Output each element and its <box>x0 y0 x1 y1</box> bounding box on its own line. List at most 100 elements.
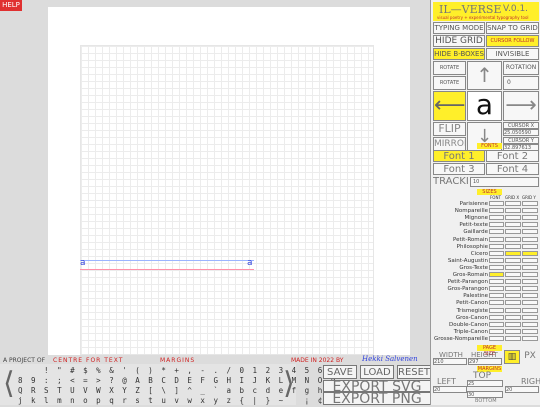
tracking-input[interactable]: 10 <box>470 177 539 187</box>
hide-grid-button[interactable]: HIDE GRID <box>433 35 485 47</box>
font-1-button[interactable]: Font 1 <box>433 150 485 162</box>
height-input[interactable]: 297 <box>468 358 502 365</box>
size-gridy-cell[interactable] <box>522 293 538 299</box>
size-gridx-cell[interactable] <box>505 222 521 228</box>
size-font-cell[interactable] <box>489 236 504 242</box>
size-font-cell[interactable] <box>489 222 504 228</box>
keyboard-row-4[interactable]: j k l m n o p q r s t u v w x y z { | } … <box>18 396 337 405</box>
help-button[interactable]: HELP <box>0 0 22 11</box>
size-gridx-cell[interactable] <box>505 293 521 299</box>
size-font-cell[interactable] <box>489 243 504 249</box>
flip-button[interactable]: FLIP <box>433 122 466 136</box>
size-gridx-cell[interactable] <box>505 300 521 306</box>
size-font-cell[interactable] <box>489 314 504 320</box>
save-button[interactable]: SAVE <box>323 365 357 379</box>
move-right-button[interactable]: ⟶ <box>503 91 539 121</box>
size-gridy-cell[interactable] <box>522 201 538 206</box>
margin-right-input[interactable]: 20 <box>505 386 539 393</box>
size-font-cell[interactable] <box>489 328 504 334</box>
size-font-cell[interactable] <box>489 272 504 277</box>
size-gridx-cell[interactable] <box>505 208 521 214</box>
size-font-cell[interactable] <box>489 307 504 313</box>
size-gridx-cell[interactable] <box>505 335 521 341</box>
size-gridy-cell[interactable] <box>522 257 538 263</box>
typing-mode-button[interactable]: TYPING MODE <box>433 22 485 34</box>
size-gridx-cell[interactable] <box>505 307 521 313</box>
size-gridy-cell[interactable] <box>522 279 538 285</box>
size-gridy-cell[interactable] <box>522 243 538 249</box>
font-2-button[interactable]: Font 2 <box>486 150 539 162</box>
keyboard-row-2[interactable]: 8 9 : ; < = > ? @ A B C D E F G H I J K … <box>18 376 337 385</box>
margin-bottom-input[interactable]: 30 <box>467 391 503 398</box>
unit-mm-toggle[interactable]: ▥ <box>504 350 520 364</box>
keyboard-row-1[interactable]: ! " # $ % & ' ( ) * + , - . / 0 1 2 3 4 … <box>18 366 337 375</box>
size-gridx-cell[interactable] <box>505 229 521 235</box>
size-gridy-cell[interactable] <box>522 314 538 320</box>
size-gridx-cell[interactable] <box>505 321 521 327</box>
width-input[interactable]: 210 <box>433 358 467 365</box>
size-gridx-cell[interactable] <box>505 243 521 249</box>
mirror-button[interactable]: MIRROR <box>433 137 466 151</box>
size-gridx-cell[interactable] <box>505 257 521 263</box>
size-gridx-cell[interactable] <box>505 201 521 206</box>
size-gridx-cell[interactable] <box>505 279 521 285</box>
size-gridy-cell[interactable] <box>522 229 538 235</box>
size-gridx-cell[interactable] <box>505 286 521 292</box>
size-gridx-cell[interactable] <box>505 264 521 270</box>
export-png-button[interactable]: EXPORT PNG <box>323 392 431 406</box>
size-gridx-cell[interactable] <box>505 272 521 277</box>
size-gridy-cell[interactable] <box>522 215 538 221</box>
keyboard-row-3[interactable]: Q R S T U V W X Y Z [ \ ] ^ _ ` a b c d … <box>18 386 337 395</box>
margin-left-input[interactable]: 20 <box>433 386 467 393</box>
invisible-text-button[interactable]: INVISIBLE TEXT <box>486 48 539 60</box>
size-font-cell[interactable] <box>489 335 504 341</box>
size-gridx-cell[interactable] <box>505 215 521 221</box>
size-gridy-cell[interactable] <box>522 307 538 313</box>
glyph-cursor[interactable]: a <box>247 259 252 268</box>
size-font-cell[interactable] <box>489 279 504 285</box>
size-gridy-cell[interactable] <box>522 272 538 277</box>
size-gridy-cell[interactable] <box>522 208 538 214</box>
glyph-start[interactable]: a <box>80 259 85 268</box>
size-font-cell[interactable] <box>489 300 504 306</box>
author-signature[interactable]: Hekki Salvenen <box>362 355 418 363</box>
size-font-cell[interactable] <box>489 250 504 256</box>
snap-grid-button[interactable]: SNAP TO GRID <box>486 22 539 34</box>
move-up-button[interactable]: ↑ <box>467 61 502 90</box>
margin-top-input[interactable]: 25 <box>467 380 503 387</box>
size-gridy-cell[interactable] <box>522 250 538 256</box>
size-gridy-cell[interactable] <box>522 236 538 242</box>
size-font-cell[interactable] <box>489 293 504 299</box>
size-font-cell[interactable] <box>489 286 504 292</box>
size-gridx-cell[interactable] <box>505 250 521 256</box>
font-4-button[interactable]: Font 4 <box>486 163 539 175</box>
size-gridx-cell[interactable] <box>505 236 521 242</box>
load-button[interactable]: LOAD <box>360 365 394 379</box>
margins-link[interactable]: MARGINS <box>160 357 195 364</box>
size-gridy-cell[interactable] <box>522 321 538 327</box>
unit-px-toggle[interactable]: PX <box>522 350 538 364</box>
size-font-cell[interactable] <box>489 229 504 235</box>
keyboard-prev-icon[interactable]: ⟨ <box>3 364 15 404</box>
size-gridy-cell[interactable] <box>522 335 538 341</box>
size-gridy-cell[interactable] <box>522 286 538 292</box>
size-font-cell[interactable] <box>489 321 504 327</box>
font-3-button[interactable]: Font 3 <box>433 163 485 175</box>
rotation-input[interactable]: 0 <box>503 76 539 90</box>
hide-bboxes-toggle[interactable]: HIDE B-BOXES <box>433 48 485 60</box>
size-font-cell[interactable] <box>489 208 504 214</box>
centre-link[interactable]: CENTRE FOR TEXT <box>53 357 123 364</box>
reset-button[interactable]: RESET <box>397 365 431 379</box>
size-font-cell[interactable] <box>489 215 504 221</box>
move-left-button[interactable]: ⟵ <box>433 91 466 121</box>
size-gridy-cell[interactable] <box>522 300 538 306</box>
size-font-cell[interactable] <box>489 264 504 270</box>
size-font-cell[interactable] <box>489 201 504 206</box>
size-gridy-cell[interactable] <box>522 328 538 334</box>
rotate-left-button[interactable]: ROTATE LEFT <box>433 61 466 75</box>
size-gridy-cell[interactable] <box>522 264 538 270</box>
size-gridy-cell[interactable] <box>522 222 538 228</box>
size-gridx-cell[interactable] <box>505 328 521 334</box>
size-gridx-cell[interactable] <box>505 314 521 320</box>
size-font-cell[interactable] <box>489 257 504 263</box>
